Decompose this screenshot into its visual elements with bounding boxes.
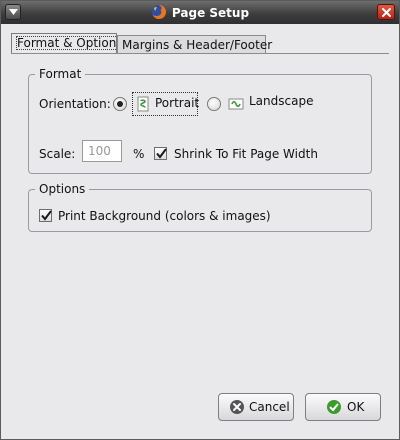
tab-panel-border bbox=[11, 53, 389, 55]
ok-check-icon bbox=[327, 400, 341, 414]
tab-format-options[interactable]: Format & Options bbox=[11, 33, 124, 54]
cancel-icon bbox=[230, 400, 244, 414]
portrait-label[interactable]: Portrait bbox=[155, 96, 199, 110]
window-title: Page Setup bbox=[1, 4, 399, 20]
radio-selected-dot bbox=[117, 101, 123, 107]
checkmark-icon bbox=[41, 210, 52, 221]
ok-button-label: OK bbox=[347, 400, 365, 414]
landscape-page-icon bbox=[228, 98, 244, 110]
landscape-radio[interactable] bbox=[207, 97, 221, 111]
shrink-to-fit-label[interactable]: Shrink To Fit Page Width bbox=[174, 147, 318, 161]
firefox-icon bbox=[151, 4, 166, 19]
ok-button[interactable]: OK bbox=[305, 393, 381, 421]
portrait-radio[interactable] bbox=[113, 97, 127, 111]
title-bar[interactable]: Page Setup bbox=[1, 1, 399, 24]
checkmark-icon bbox=[156, 148, 167, 159]
tab-format-options-label: Format & Options bbox=[16, 36, 124, 50]
cancel-button[interactable]: Cancel bbox=[218, 393, 294, 421]
print-background-label[interactable]: Print Background (colors & images) bbox=[58, 209, 271, 223]
tab-margins-header-footer-label: Margins & Header/Footer bbox=[122, 38, 273, 52]
close-icon bbox=[382, 8, 391, 17]
scale-label: Scale: bbox=[39, 147, 76, 161]
close-button[interactable] bbox=[377, 4, 395, 20]
landscape-label[interactable]: Landscape bbox=[249, 94, 313, 108]
page-setup-dialog: Page Setup Format & Options Margins & He… bbox=[0, 0, 400, 440]
print-background-checkbox[interactable] bbox=[39, 209, 52, 222]
tab-margins-header-footer[interactable]: Margins & Header/Footer bbox=[117, 35, 272, 54]
portrait-page-icon bbox=[137, 96, 149, 112]
percent-sign: % bbox=[133, 147, 145, 161]
shrink-to-fit-checkbox[interactable] bbox=[154, 147, 167, 160]
scale-input[interactable] bbox=[82, 140, 122, 162]
window-title-text: Page Setup bbox=[171, 6, 250, 20]
options-legend: Options bbox=[35, 182, 90, 196]
cancel-button-label: Cancel bbox=[249, 400, 290, 414]
format-legend: Format bbox=[35, 67, 86, 81]
orientation-label: Orientation: bbox=[39, 97, 111, 111]
